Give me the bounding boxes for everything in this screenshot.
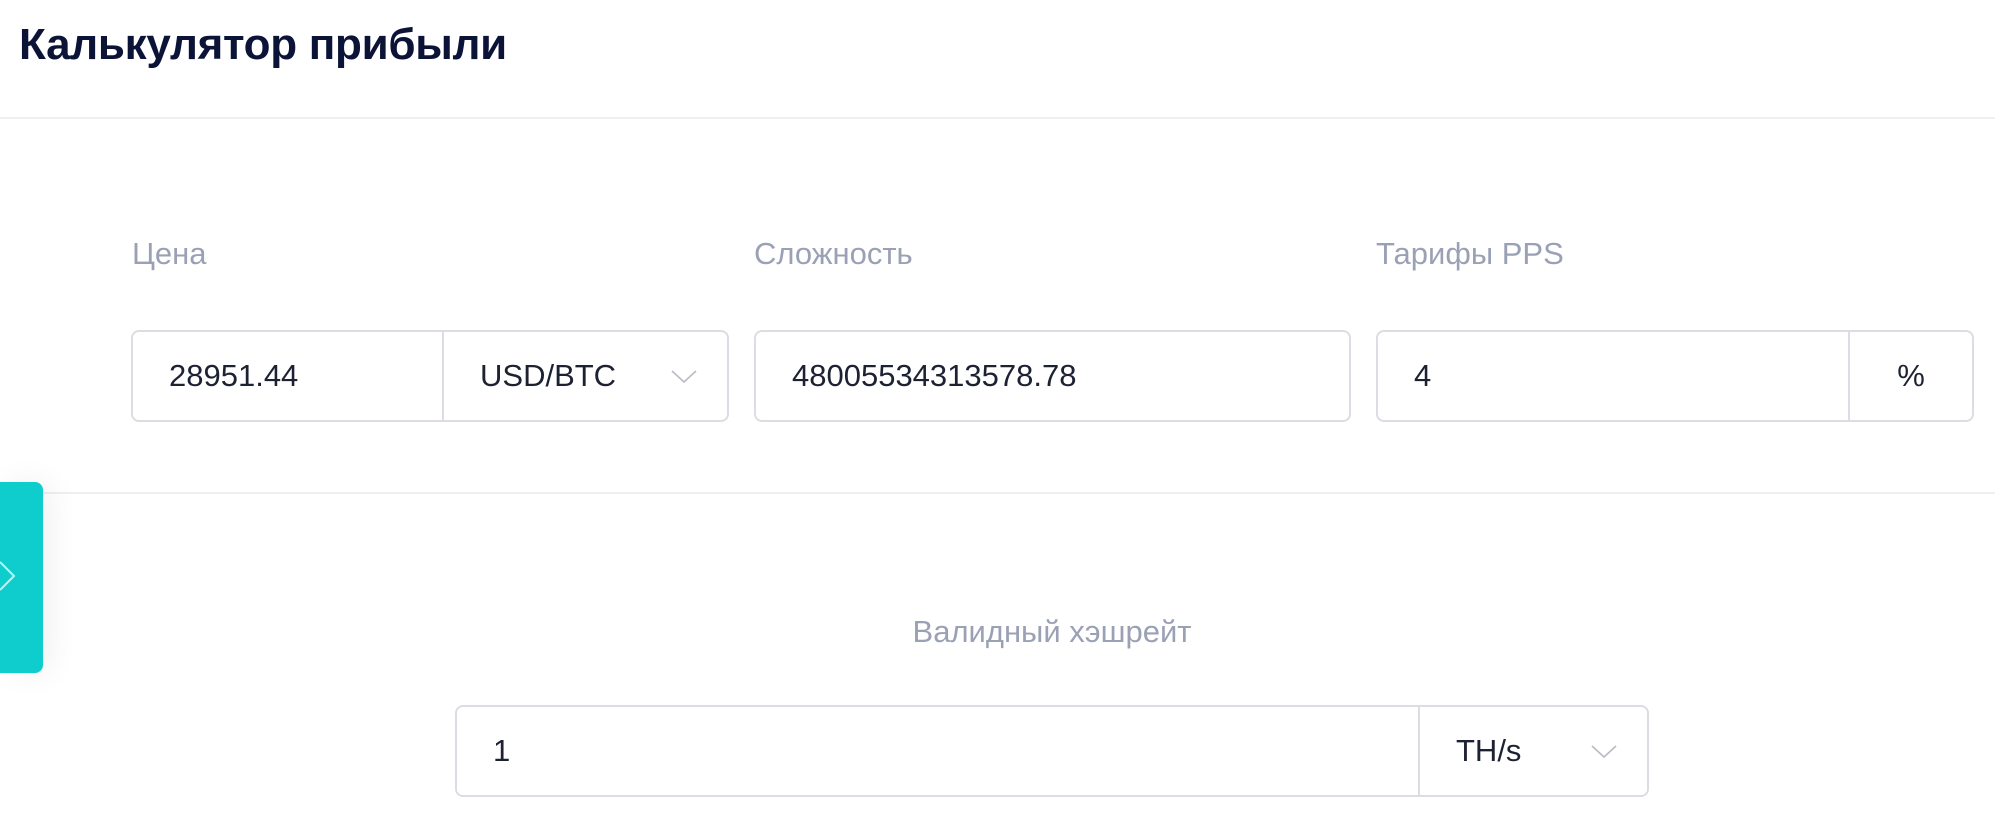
difficulty-field-group: 48005534313578.78 [754, 330, 1351, 422]
hashrate-input[interactable]: 1 [457, 707, 1418, 795]
chevron-right-icon [0, 561, 16, 591]
hashrate-unit-value: TH/s [1456, 733, 1522, 768]
currency-select[interactable]: USD/BTC [442, 332, 727, 420]
pps-label: Тарифы PPS [1376, 236, 1564, 271]
difficulty-input[interactable]: 48005534313578.78 [756, 332, 1349, 420]
chevron-down-icon [671, 370, 697, 384]
difficulty-label: Сложность [754, 236, 913, 271]
header-divider [0, 117, 1995, 119]
sidebar-toggle-tab[interactable] [0, 482, 43, 673]
pps-field-group: 4 % [1376, 330, 1974, 422]
chevron-down-icon [1591, 745, 1617, 759]
currency-select-value: USD/BTC [480, 358, 617, 393]
hashrate-unit-select[interactable]: TH/s [1418, 707, 1647, 795]
price-field-group: 28951.44 USD/BTC [131, 330, 729, 422]
profit-calculator-page: Калькулятор прибыли Цена 28951.44 USD/BT… [0, 0, 1995, 836]
page-title: Калькулятор прибыли [19, 20, 507, 69]
pps-input[interactable]: 4 [1378, 332, 1848, 420]
pps-unit: % [1848, 332, 1972, 420]
price-label: Цена [132, 236, 207, 271]
hashrate-label: Валидный хэшрейт [912, 614, 1192, 649]
section-divider [0, 492, 1995, 494]
price-input[interactable]: 28951.44 [133, 332, 442, 420]
hashrate-field-group: 1 TH/s [455, 705, 1649, 797]
